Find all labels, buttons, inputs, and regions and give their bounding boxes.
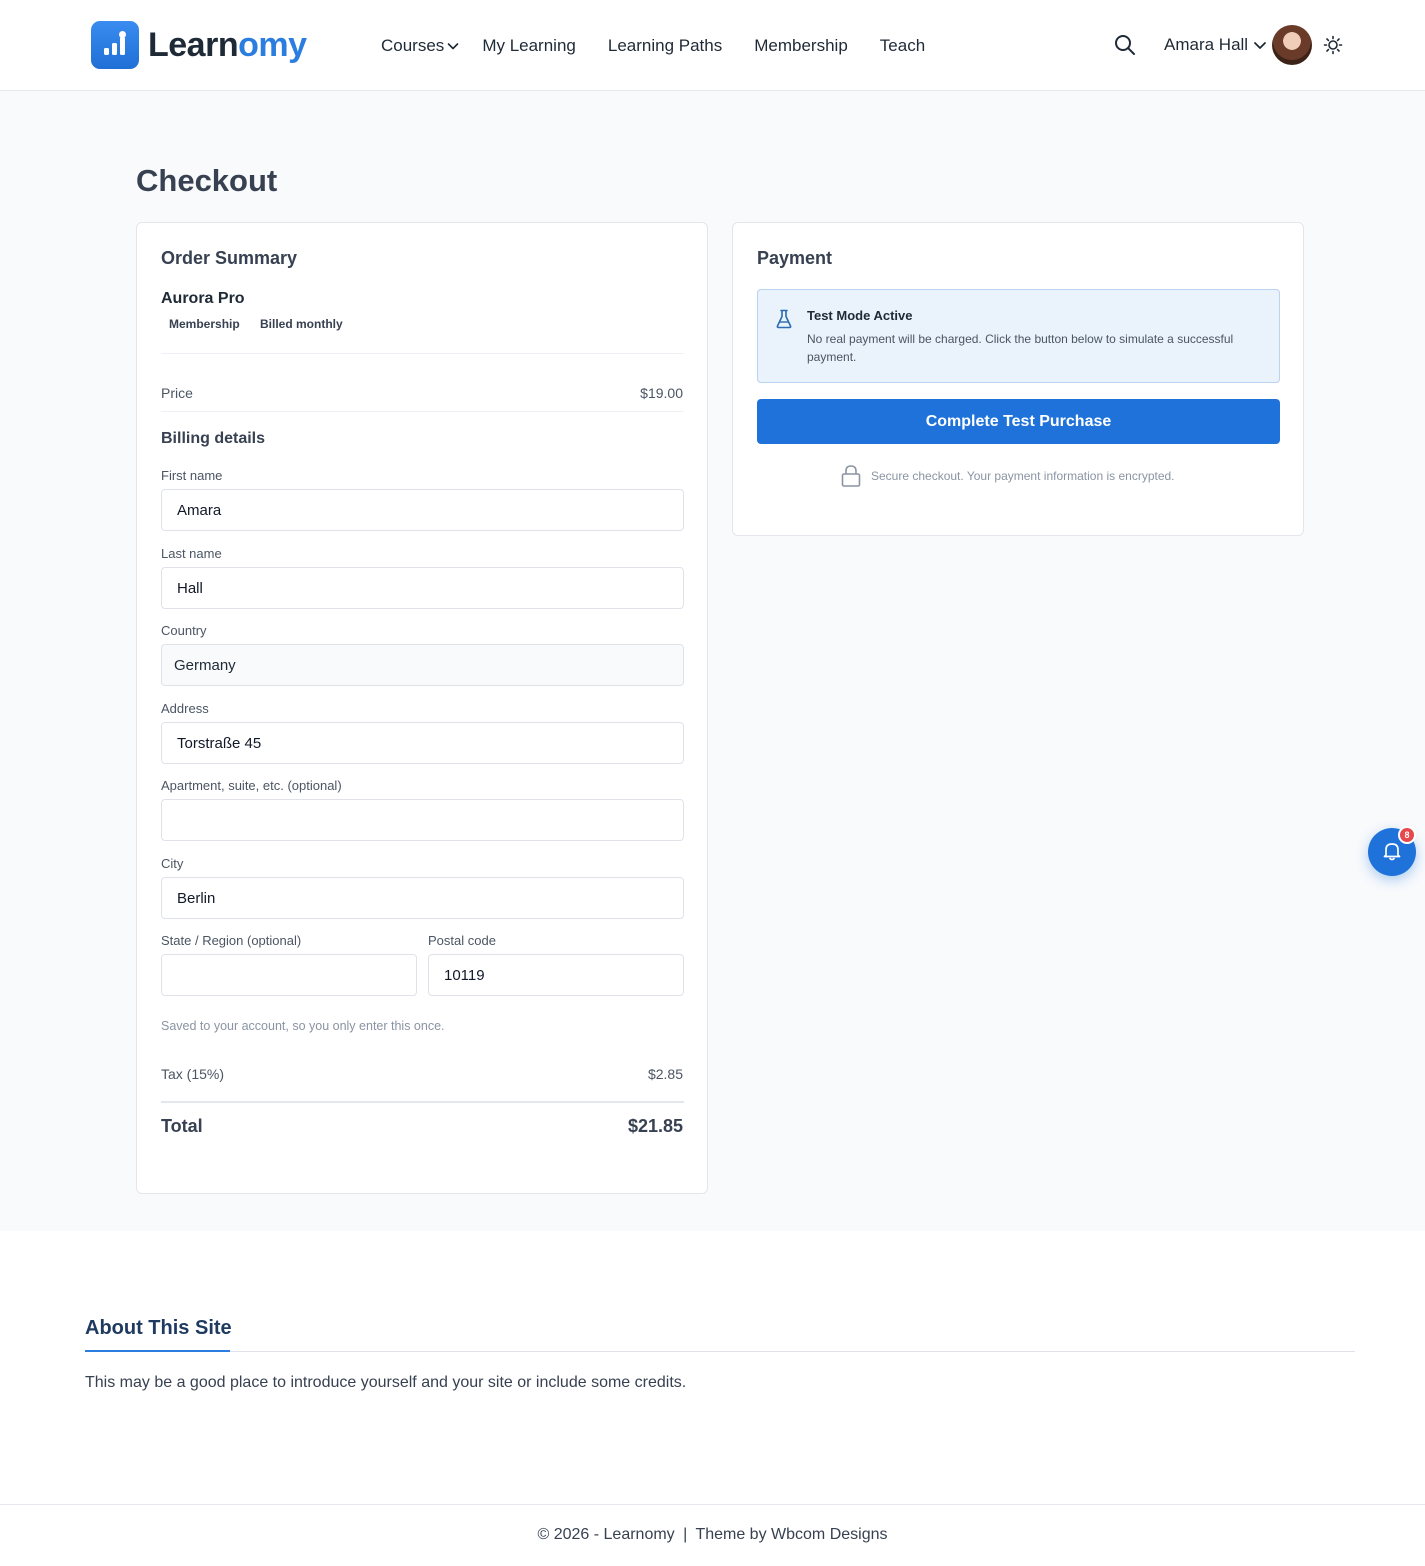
nav-item-my-learning[interactable]: My Learning — [482, 33, 576, 59]
apartment-label: Apartment, suite, etc. (optional) — [161, 778, 342, 793]
logo-icon — [91, 21, 139, 69]
apartment-field[interactable] — [161, 799, 684, 841]
city-field[interactable] — [161, 877, 684, 919]
secure-checkout-note: Secure checkout. Your payment informatio… — [840, 464, 1175, 488]
notifications-button[interactable]: 8 — [1368, 826, 1416, 876]
main-nav: Courses My Learning Learning Paths Membe… — [381, 33, 957, 59]
payment-card: Payment Test Mode Active No real payment… — [732, 222, 1304, 536]
notice-title: Test Mode Active — [807, 308, 913, 323]
nav-item-courses[interactable]: Courses — [381, 33, 460, 59]
price-value: $19.00 — [640, 385, 683, 401]
order-summary-card: Order Summary Aurora Pro Membership Bill… — [136, 222, 708, 1194]
search-icon[interactable] — [1114, 34, 1136, 56]
tax-label: Tax (15%) — [161, 1066, 225, 1082]
country-select[interactable] — [161, 644, 684, 686]
about-title: About This Site — [85, 1317, 232, 1339]
divider — [161, 1101, 684, 1103]
state-label: State / Region (optional) — [161, 933, 302, 948]
divider — [85, 1351, 1355, 1352]
secure-text: Secure checkout. Your payment informatio… — [871, 469, 1175, 483]
page-title: Checkout — [136, 163, 278, 198]
helper-text: Saved to your account, so you only enter… — [161, 1019, 445, 1033]
user-menu[interactable]: Amara Hall — [1164, 25, 1313, 65]
country-label: Country — [161, 623, 207, 638]
notification-count-badge: 8 — [1398, 826, 1416, 844]
footer-separator: | — [683, 1526, 688, 1543]
test-mode-notice: Test Mode Active No real payment will be… — [757, 289, 1280, 383]
complete-test-purchase-button[interactable]: Complete Test Purchase — [757, 399, 1280, 444]
footer-text: © 2026 - Learnomy | Theme by Wbcom Desig… — [0, 1526, 1425, 1544]
nav-item-membership[interactable]: Membership — [754, 33, 848, 59]
chevron-down-icon — [1254, 42, 1266, 49]
site-footer: © 2026 - Learnomy | Theme by Wbcom Desig… — [0, 1504, 1425, 1566]
product-tag-billing: Billed monthly — [260, 317, 343, 331]
theme-by-text: Theme by — [695, 1526, 767, 1543]
total-value: $21.85 — [627, 1116, 683, 1136]
last-name-field[interactable] — [161, 567, 684, 609]
notice-text: No real payment will be charged. Click t… — [807, 332, 1234, 364]
first-name-label: First name — [161, 468, 223, 483]
chevron-down-icon — [448, 43, 459, 50]
user-name: Amara Hall — [1164, 35, 1249, 54]
divider — [161, 353, 684, 354]
billing-details-title: Billing details — [161, 430, 266, 447]
nav-item-teach[interactable]: Teach — [880, 33, 925, 59]
address-label: Address — [161, 701, 209, 716]
divider — [161, 411, 684, 412]
postal-code-label: Postal code — [428, 933, 496, 948]
state-field[interactable] — [161, 954, 417, 996]
postal-code-field[interactable] — [428, 954, 684, 996]
about-text: This may be a good place to introduce yo… — [85, 1374, 687, 1391]
flask-icon — [776, 309, 792, 329]
site-logo[interactable]: Learnomy — [91, 21, 307, 69]
site-header: Learnomy Courses My Learning Learning Pa… — [0, 0, 1425, 91]
checkout-main: Checkout Order Summary Aurora Pro Member… — [0, 91, 1425, 1231]
logo-wordmark: Learnomy — [148, 26, 307, 64]
lock-icon — [841, 465, 861, 487]
nav-item-learning-paths[interactable]: Learning Paths — [608, 33, 722, 59]
order-summary-title: Order Summary — [161, 248, 298, 268]
title-underline — [85, 1350, 230, 1352]
price-label: Price — [161, 385, 193, 401]
address-field[interactable] — [161, 722, 684, 764]
copyright-text: © 2026 - Learnomy — [537, 1526, 675, 1543]
payment-title: Payment — [757, 248, 833, 268]
last-name-label: Last name — [161, 546, 222, 561]
sun-icon[interactable] — [1322, 34, 1344, 56]
theme-author-link[interactable]: Wbcom Designs — [771, 1526, 887, 1543]
city-label: City — [161, 856, 184, 871]
product-name: Aurora Pro — [161, 290, 245, 307]
total-label: Total — [161, 1116, 203, 1136]
avatar[interactable] — [1272, 25, 1313, 65]
product-tag-membership: Membership — [169, 317, 240, 331]
first-name-field[interactable] — [161, 489, 684, 531]
bell-icon — [1383, 843, 1401, 861]
tax-value: $2.85 — [647, 1066, 683, 1082]
